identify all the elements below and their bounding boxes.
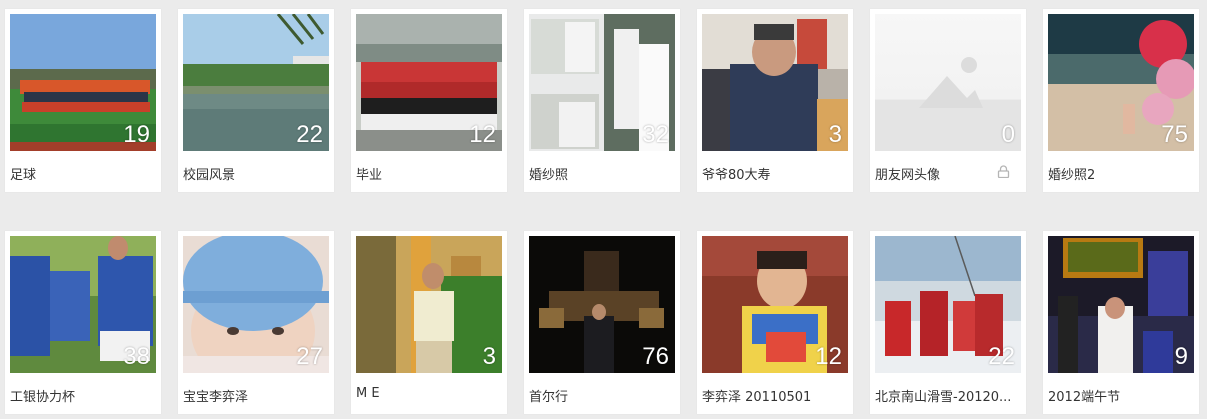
album-title[interactable]: 婚纱照 [529, 164, 669, 183]
album-card-campus-scenery[interactable]: 22 校园风景 [178, 9, 334, 192]
album-title[interactable]: M E [356, 386, 496, 401]
album-cover[interactable]: 76 [529, 236, 675, 373]
album-cover[interactable]: 12 [702, 236, 848, 373]
photo-count: 76 [642, 343, 669, 370]
album-title[interactable]: 首尔行 [529, 386, 669, 405]
photo-count: 19 [123, 121, 150, 148]
album-cover[interactable]: 32 [529, 14, 675, 151]
photo-count: 38 [123, 343, 150, 370]
album-title[interactable]: 爷爷80大寿 [702, 164, 842, 183]
album-cover[interactable]: 19 [10, 14, 156, 151]
album-cover[interactable]: 3 [702, 14, 848, 151]
album-cover[interactable]: 9 [1048, 236, 1194, 373]
album-cover[interactable]: 0 [875, 14, 1021, 151]
album-title[interactable]: 宝宝李弈泽 [183, 386, 323, 405]
album-cover[interactable]: 22 [183, 14, 329, 151]
album-cover[interactable]: 38 [10, 236, 156, 373]
photo-count: 0 [1001, 121, 1015, 148]
album-card-beijing-nanshan-skiing[interactable]: 22 北京南山滑雪-20120... [870, 231, 1026, 414]
album-cover[interactable]: 12 [356, 14, 502, 151]
album-card-baby-li-yize[interactable]: 27 宝宝李弈泽 [178, 231, 334, 414]
album-title[interactable]: 校园风景 [183, 164, 323, 183]
album-card-me[interactable]: 3 M E [351, 231, 507, 414]
album-title[interactable]: 足球 [10, 164, 150, 183]
album-card-grandpa-80th-birthday[interactable]: 3 爷爷80大寿 [697, 9, 853, 192]
album-card-wedding-photos-2[interactable]: 75 婚纱照2 [1043, 9, 1199, 192]
photo-count: 3 [482, 343, 496, 370]
album-title[interactable]: 婚纱照2 [1048, 164, 1188, 183]
album-title[interactable]: 毕业 [356, 164, 496, 183]
album-title[interactable]: 2012端午节 [1048, 386, 1188, 405]
photo-count: 32 [642, 121, 669, 148]
album-card-2012-dragon-boat-festival[interactable]: 9 2012端午节 [1043, 231, 1199, 414]
album-title[interactable]: 李弈泽 20110501 [702, 386, 842, 405]
album-card-icbc-cup[interactable]: 38 工银协力杯 [5, 231, 161, 414]
photo-count: 27 [296, 343, 323, 370]
album-title[interactable]: 工银协力杯 [10, 386, 150, 405]
album-title[interactable]: 北京南山滑雪-20120... [875, 386, 1015, 405]
photo-count: 3 [828, 121, 842, 148]
album-cover[interactable]: 75 [1048, 14, 1194, 151]
photo-count: 12 [815, 343, 842, 370]
album-cover[interactable]: 3 [356, 236, 502, 373]
album-card-friend-network-avatar[interactable]: 0 朋友网头像 [870, 9, 1026, 192]
photo-count: 9 [1174, 343, 1188, 370]
photo-count: 75 [1161, 121, 1188, 148]
album-title[interactable]: 朋友网头像 [875, 164, 1015, 183]
album-card-li-yize-20110501[interactable]: 12 李弈泽 20110501 [697, 231, 853, 414]
photo-count: 22 [296, 121, 323, 148]
album-cover[interactable]: 27 [183, 236, 329, 373]
album-cover[interactable]: 22 [875, 236, 1021, 373]
photo-count: 22 [988, 343, 1015, 370]
photo-count: 12 [469, 121, 496, 148]
album-card-graduation[interactable]: 12 毕业 [351, 9, 507, 192]
album-grid: 19 足球 22 校园风景 12 毕业 32 婚纱照 3 爷爷80大寿 0 朋友… [0, 0, 1207, 419]
lock-icon [997, 165, 1010, 178]
album-card-wedding-photos[interactable]: 32 婚纱照 [524, 9, 680, 192]
album-card-seoul-trip[interactable]: 76 首尔行 [524, 231, 680, 414]
album-card-football[interactable]: 19 足球 [5, 9, 161, 192]
